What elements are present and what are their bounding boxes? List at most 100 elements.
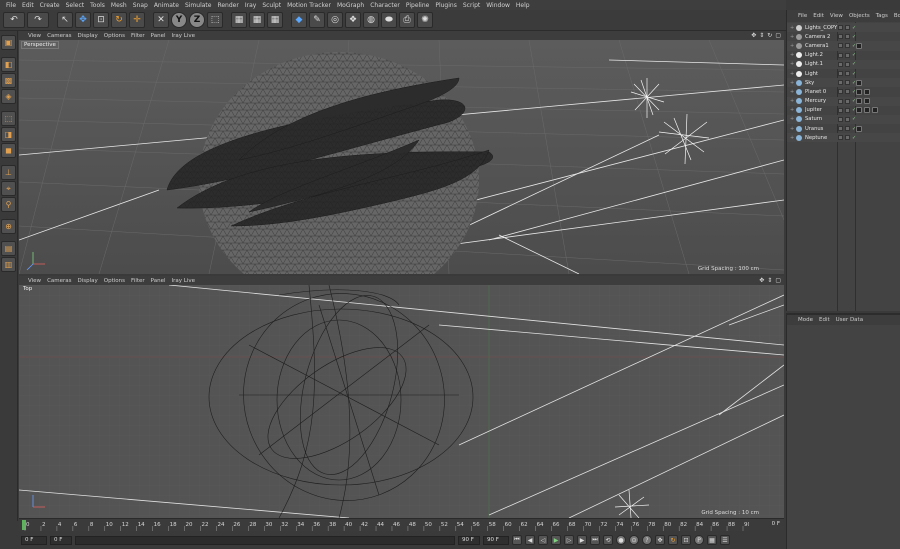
pla-key-icon[interactable]: ▦: [707, 535, 717, 545]
planar-workplane-icon[interactable]: ▤: [1, 241, 16, 256]
material-tag-icon[interactable]: [856, 125, 862, 132]
axis-mode-icon[interactable]: ⊥: [1, 165, 16, 180]
end-frame-field[interactable]: 90 F: [483, 535, 509, 545]
z-axis-icon[interactable]: Z: [189, 12, 205, 28]
menu-mesh[interactable]: Mesh: [108, 2, 130, 9]
visibility-dot-icon[interactable]: [845, 126, 850, 132]
move-view-icon[interactable]: ✥: [751, 32, 756, 39]
menu-plugins[interactable]: Plugins: [432, 2, 460, 9]
material-tag-icon[interactable]: [856, 107, 862, 114]
visibility-dot-icon[interactable]: [838, 107, 843, 113]
material-tag-icon[interactable]: [856, 42, 862, 49]
polygons-mode-icon[interactable]: ◼: [1, 143, 16, 158]
visibility-dot-icon[interactable]: [845, 25, 850, 31]
points-mode-icon[interactable]: ⬚: [1, 111, 16, 126]
top-menu-filter[interactable]: Filter: [128, 278, 148, 284]
min-frame-field[interactable]: 0 F: [50, 535, 72, 545]
object-row[interactable]: + Light ✓: [787, 69, 900, 78]
menu-file[interactable]: File: [3, 2, 19, 9]
loop-icon[interactable]: ⟲: [603, 535, 613, 545]
object-row[interactable]: + Mercury ✓: [787, 96, 900, 106]
visibility-dot-icon[interactable]: [845, 98, 850, 104]
tweak-mode-icon[interactable]: ⌖: [1, 181, 16, 196]
object-row[interactable]: + Neptune ✓: [787, 133, 900, 143]
maximize-view-icon[interactable]: ▢: [775, 32, 781, 39]
layer-icon[interactable]: ▥: [1, 257, 16, 272]
material-tag-icon[interactable]: [864, 88, 870, 95]
am-menu-mode[interactable]: Mode: [795, 317, 816, 323]
visibility-dot-icon[interactable]: [838, 61, 843, 67]
visibility-dot-icon[interactable]: [838, 116, 843, 122]
prev-frame-icon[interactable]: ◁: [538, 535, 548, 545]
workplane-icon[interactable]: ◈: [1, 89, 16, 104]
model-mode-icon[interactable]: ◧: [1, 57, 16, 72]
visibility-dot-icon[interactable]: [838, 34, 843, 40]
om-menu-file[interactable]: File: [795, 13, 810, 19]
menu-script[interactable]: Script: [460, 2, 483, 9]
render-picture-viewer-icon[interactable]: ▦: [249, 12, 265, 28]
visibility-dot-icon[interactable]: [838, 43, 843, 49]
y-axis-icon[interactable]: Y: [171, 12, 187, 28]
menu-create[interactable]: Create: [37, 2, 63, 9]
visibility-dot-icon[interactable]: [838, 126, 843, 132]
material-tag-icon[interactable]: [856, 88, 862, 95]
bend-deformer-icon[interactable]: ◍: [363, 12, 379, 28]
perspective-viewport[interactable]: View Cameras Display Options Filter Panel Iray…: [19, 31, 784, 274]
top-zoom-view-icon[interactable]: ⇕: [767, 277, 772, 284]
om-menu-view[interactable]: View: [827, 13, 846, 19]
visibility-dot-icon[interactable]: [845, 71, 850, 77]
scale-tool-icon[interactable]: ⊡: [93, 12, 109, 28]
render-settings-icon[interactable]: ▦: [267, 12, 283, 28]
material-tag-icon[interactable]: [864, 98, 870, 105]
next-key-icon[interactable]: ▶: [577, 535, 587, 545]
menu-motion-tracker[interactable]: Motion Tracker: [284, 2, 334, 9]
menu-select[interactable]: Select: [63, 2, 88, 9]
enabled-check-icon[interactable]: ✓: [852, 61, 856, 67]
material-tag-icon[interactable]: [856, 98, 862, 105]
rotate-tool-icon[interactable]: ↻: [111, 12, 127, 28]
camera-icon[interactable]: ⎙: [399, 12, 415, 28]
top-maximize-view-icon[interactable]: ▢: [775, 277, 781, 284]
enabled-check-icon[interactable]: ✓: [852, 34, 856, 40]
recent-tool-icon[interactable]: ✛: [129, 12, 145, 28]
visibility-dot-icon[interactable]: [845, 116, 850, 122]
max-frame-field[interactable]: 90 F: [458, 535, 480, 545]
visibility-dot-icon[interactable]: [845, 52, 850, 58]
visibility-dot-icon[interactable]: [845, 107, 850, 113]
keyframe-selection-icon[interactable]: ?: [642, 535, 652, 545]
top-menu-panel[interactable]: Panel: [148, 278, 169, 284]
menu-animate[interactable]: Animate: [151, 2, 182, 9]
top-menu-view[interactable]: View: [25, 278, 44, 284]
light-icon[interactable]: ✺: [417, 12, 433, 28]
visibility-dot-icon[interactable]: [838, 98, 843, 104]
menu-window[interactable]: Window: [483, 2, 513, 9]
object-row[interactable]: + Camera 2 ✓: [787, 32, 900, 41]
menu-simulate[interactable]: Simulate: [182, 2, 215, 9]
move-tool-icon[interactable]: ✥: [75, 12, 91, 28]
visibility-dot-icon[interactable]: [845, 89, 850, 95]
menu-mograph[interactable]: MoGraph: [334, 2, 367, 9]
object-row[interactable]: + Planet 0 ✓: [787, 87, 900, 96]
menu-character[interactable]: Character: [367, 2, 403, 9]
menu-iray[interactable]: Iray: [242, 2, 259, 9]
object-row[interactable]: + Saturn ✓: [787, 114, 900, 125]
goto-start-icon[interactable]: ⏮: [512, 535, 522, 545]
coordinate-system-icon[interactable]: ⬚: [207, 12, 223, 28]
object-row[interactable]: + Camera1 ✓: [787, 41, 900, 51]
persp-menu-iray-live[interactable]: Iray Live: [169, 33, 199, 39]
om-menu-objects[interactable]: Objects: [846, 13, 873, 19]
texture-mode-icon[interactable]: ▩: [1, 73, 16, 88]
prev-key-icon[interactable]: ◀: [525, 535, 535, 545]
array-icon[interactable]: ❖: [345, 12, 361, 28]
object-row[interactable]: + Light.1 ✓: [787, 59, 900, 69]
locked-workplane-icon[interactable]: ⊕: [1, 219, 16, 234]
floor-icon[interactable]: ⬬: [381, 12, 397, 28]
preview-range-slider[interactable]: [75, 535, 455, 545]
persp-menu-filter[interactable]: Filter: [128, 33, 148, 39]
redo-icon[interactable]: ↷: [27, 12, 49, 28]
select-tool-icon[interactable]: ↖: [57, 12, 73, 28]
top-viewport[interactable]: View Cameras Display Options Filter Panel Iray…: [19, 276, 784, 518]
am-menu-edit[interactable]: Edit: [816, 317, 833, 323]
object-row[interactable]: + Uranus ✓: [787, 124, 900, 133]
persp-menu-view[interactable]: View: [25, 33, 44, 39]
